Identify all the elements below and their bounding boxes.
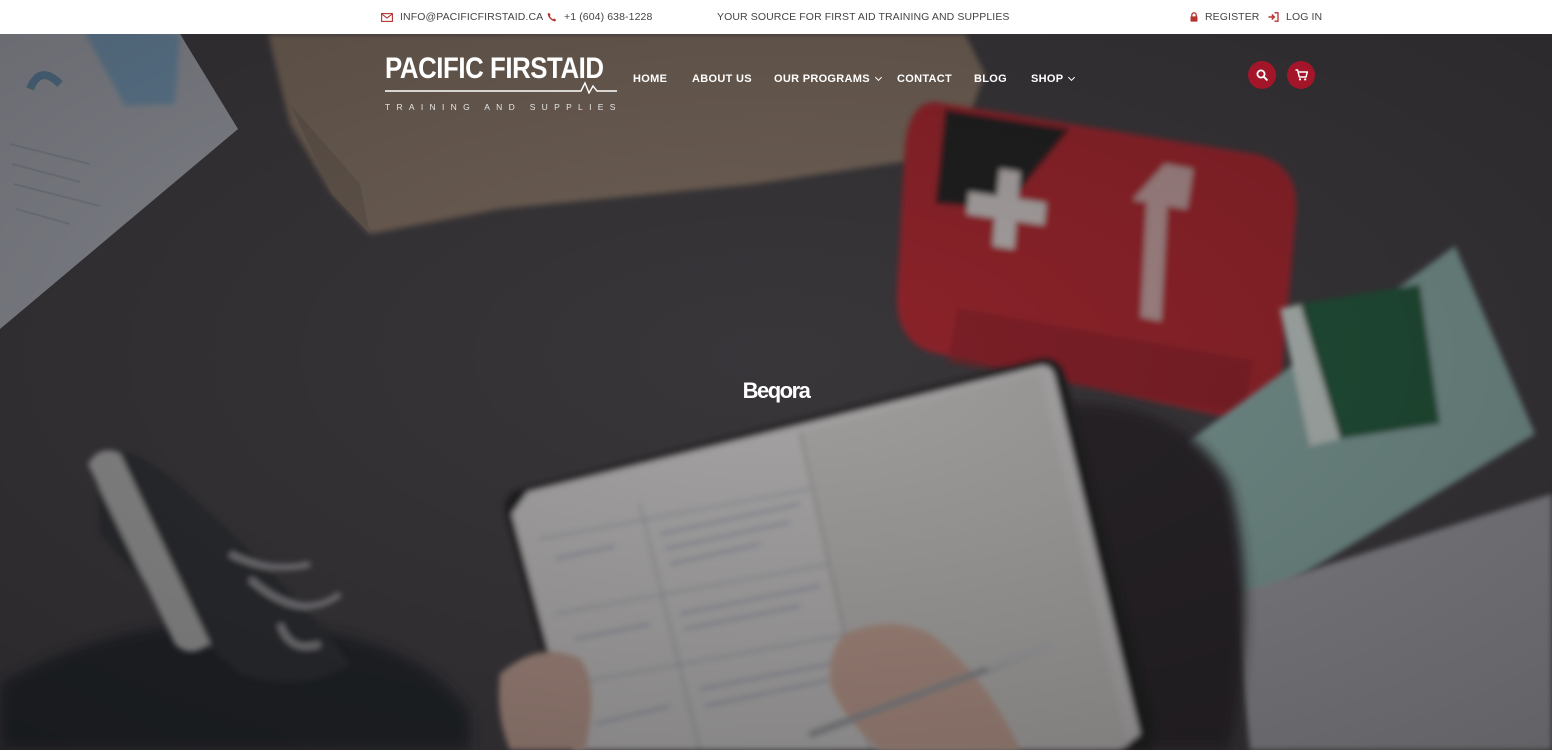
nav-our-programs[interactable]: OUR PROGRAMS (774, 70, 882, 88)
nav-label: CONTACT (897, 73, 953, 85)
chevron-down-icon (874, 73, 882, 82)
email-link[interactable]: INFO@PACIFICFIRSTAID.CA (381, 0, 543, 34)
nav-label: OUR PROGRAMS (774, 73, 870, 85)
hero-title: Beqora (742, 378, 811, 403)
nav-label: SHOP (1031, 73, 1064, 85)
logo-tagline: TRAINING AND SUPPLIES (385, 102, 622, 112)
nav-home[interactable]: HOME (633, 70, 667, 88)
search-button[interactable] (1248, 61, 1276, 89)
chevron-down-icon (1068, 73, 1076, 82)
register-text: REGISTER (1205, 11, 1260, 23)
nav-contact[interactable]: CONTACT (897, 70, 952, 88)
nav-about-us[interactable]: ABOUT US (692, 70, 752, 88)
hero-section: Beqora (0, 34, 1552, 750)
heartbeat-line-icon (385, 81, 617, 94)
login-text: LOG IN (1286, 11, 1323, 23)
nav-label: ABOUT US (692, 73, 752, 85)
email-text: INFO@PACIFICFIRSTAID.CA (400, 11, 544, 23)
nav-shop[interactable]: SHOP (1031, 70, 1076, 88)
nav-label: BLOG (974, 73, 1007, 85)
search-icon (1256, 69, 1268, 81)
topbar-tagline: YOUR SOURCE FOR FIRST AID TRAINING AND S… (717, 0, 1010, 34)
nav-blog[interactable]: BLOG (974, 70, 1007, 88)
tagline-text: YOUR SOURCE FOR FIRST AID TRAINING AND S… (717, 11, 1010, 23)
sign-in-icon (1268, 12, 1279, 22)
login-link[interactable]: LOG IN (1268, 0, 1322, 34)
cart-button[interactable] (1287, 61, 1315, 89)
phone-icon (547, 12, 557, 22)
cart-icon (1295, 69, 1308, 81)
envelope-icon (381, 12, 393, 22)
phone-link[interactable]: +1 (604) 638-1228 (547, 0, 652, 34)
phone-text: +1 (604) 638-1228 (564, 11, 653, 23)
nav-label: HOME (633, 73, 668, 85)
top-bar: INFO@PACIFICFIRSTAID.CA +1 (604) 638-122… (0, 0, 1552, 34)
site-logo[interactable]: PACIFIC FIRSTAID TRAINING AND SUPPLIES (385, 52, 620, 116)
lock-icon (1190, 12, 1198, 22)
register-link[interactable]: REGISTER (1190, 0, 1259, 34)
